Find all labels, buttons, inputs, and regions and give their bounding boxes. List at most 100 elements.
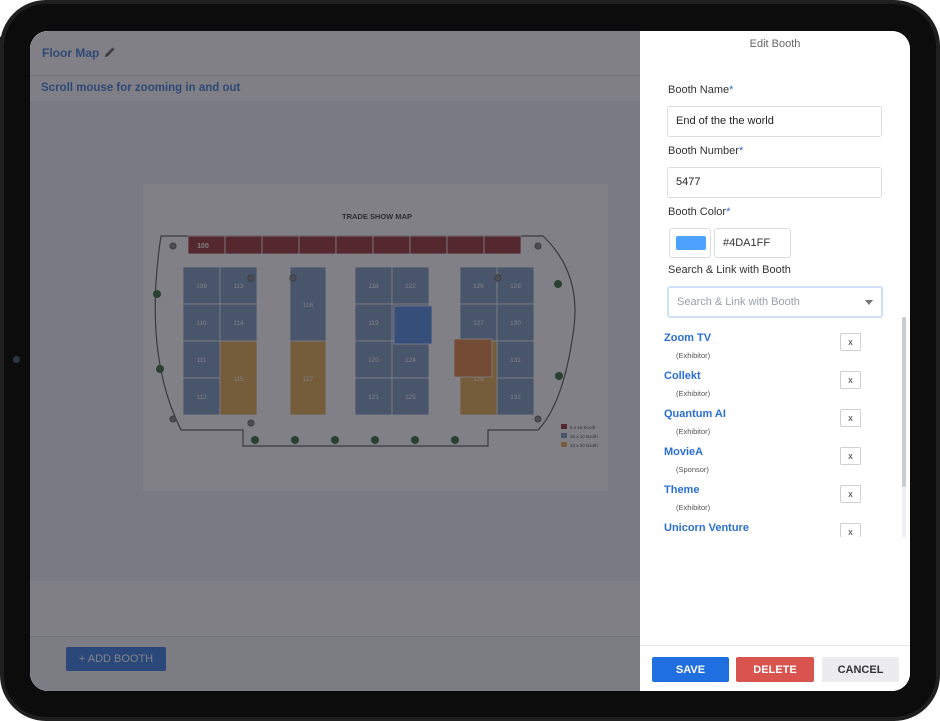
- booth-5x10[interactable]: [483, 235, 522, 255]
- pillar-icon: [169, 415, 177, 423]
- booth-label-130: 130: [510, 320, 521, 327]
- save-button[interactable]: SAVE: [652, 657, 729, 682]
- legend-10x20: 10 x 20 Booth: [570, 443, 598, 448]
- remove-link-button[interactable]: x: [840, 447, 861, 465]
- pillar-icon: [494, 274, 502, 282]
- remove-link-button[interactable]: x: [840, 333, 861, 351]
- booth-label-120: 120: [368, 357, 379, 364]
- search-link-label: Search & Link with Booth: [668, 264, 791, 276]
- map-title: TRADE SHOW MAP: [342, 212, 412, 221]
- required-mark: *: [726, 206, 731, 218]
- booth-label-116: 116: [303, 302, 314, 309]
- remove-link-button[interactable]: x: [840, 523, 861, 537]
- color-hex-input[interactable]: #4DA1FF: [714, 228, 791, 258]
- linked-name[interactable]: Zoom TV: [664, 332, 711, 344]
- linked-role: (Sponsor): [676, 465, 709, 474]
- booth-label-109: 109: [196, 283, 207, 290]
- pillar-icon: [534, 242, 542, 250]
- linked-list-scrollbar[interactable]: [902, 317, 906, 537]
- map-drawing: TRADE SHOW MAP 100 109 110 111 112 113 114 115…: [153, 212, 598, 448]
- booth-5x10[interactable]: [335, 235, 374, 255]
- booth-label-119: 119: [368, 320, 379, 327]
- tablet-frame: Floor Map Scroll mouse for zooming in an…: [0, 0, 940, 721]
- camera-icon: [12, 355, 21, 364]
- map-legend: 5 x 10 Booth 10 x 10 Booth 10 x 20 Booth: [561, 424, 598, 448]
- booth-5x10[interactable]: [224, 235, 263, 255]
- legend-5x10: 5 x 10 Booth: [570, 425, 596, 430]
- selected-booth-orange[interactable]: [453, 338, 493, 378]
- delete-button[interactable]: DELETE: [736, 657, 814, 682]
- booth-label-110: 110: [196, 320, 207, 327]
- booth-5x10[interactable]: [372, 235, 411, 255]
- pillar-icon: [247, 274, 255, 282]
- booth-label-129: 129: [510, 283, 521, 290]
- search-link-placeholder: Search & Link with Booth: [677, 296, 800, 308]
- plant-icon: [331, 436, 339, 444]
- linked-name[interactable]: Quantum AI: [664, 408, 726, 420]
- plant-icon: [291, 436, 299, 444]
- scroll-thumb[interactable]: [902, 317, 906, 487]
- plant-icon: [156, 365, 164, 373]
- plant-icon: [251, 436, 259, 444]
- booth-label-122: 122: [405, 283, 416, 290]
- linked-role: (Exhibitor): [676, 389, 711, 398]
- pillar-icon: [289, 274, 297, 282]
- booth-color-label-text: Booth Color: [668, 206, 727, 218]
- linked-name[interactable]: Collekt: [664, 370, 701, 382]
- booth-number-input[interactable]: 5477: [667, 167, 882, 198]
- floor-map-app: Floor Map Scroll mouse for zooming in an…: [30, 31, 640, 691]
- search-link-select[interactable]: Search & Link with Booth: [667, 286, 883, 318]
- selected-booth-blue[interactable]: [393, 305, 433, 345]
- linked-name[interactable]: MovieA: [664, 446, 703, 458]
- booth-name-label: Booth Name*: [668, 84, 733, 96]
- linked-name[interactable]: Unicorn Venture: [664, 522, 749, 534]
- zoom-hint: Scroll mouse for zooming in and out: [41, 82, 241, 94]
- booth-label-117: 117: [303, 376, 314, 383]
- booth-color-label: Booth Color*: [668, 206, 730, 218]
- remove-link-button[interactable]: x: [840, 485, 861, 503]
- booth-label-126: 126: [473, 283, 484, 290]
- booth-label-131: 131: [510, 357, 521, 364]
- edit-booth-panel: Edit Booth Booth Name* End of the the wo…: [640, 31, 910, 691]
- linked-name[interactable]: Theme: [664, 484, 699, 496]
- booth-5x10[interactable]: [409, 235, 448, 255]
- chevron-down-icon: [865, 300, 873, 305]
- remove-link-button[interactable]: x: [840, 409, 861, 427]
- booth-name-label-text: Booth Name: [668, 84, 730, 96]
- booth-label-112: 112: [196, 394, 207, 401]
- list-item: Quantum AI (Exhibitor) x: [664, 408, 894, 444]
- booth-name-input[interactable]: End of the the world: [667, 106, 882, 137]
- pencil-icon[interactable]: [103, 45, 117, 59]
- plant-icon: [153, 290, 161, 298]
- booth-label-127: 127: [473, 320, 484, 327]
- booth-5x10[interactable]: [261, 235, 300, 255]
- remove-link-button[interactable]: x: [840, 371, 861, 389]
- plant-icon: [555, 372, 563, 380]
- list-item: Collekt (Exhibitor) x: [664, 370, 894, 406]
- color-swatch-button[interactable]: [669, 228, 711, 258]
- booth-5x10[interactable]: [298, 235, 337, 255]
- legend-10x10: 10 x 10 Booth: [570, 434, 598, 439]
- booth-number-label-text: Booth Number: [668, 145, 739, 157]
- booth-label-118: 118: [368, 283, 379, 290]
- plant-icon: [451, 436, 459, 444]
- booth-5x10[interactable]: [446, 235, 485, 255]
- tablet-top-button: [76, 0, 106, 3]
- booth-label-125: 125: [405, 394, 416, 401]
- booth-label-115: 115: [233, 376, 244, 383]
- screen: Floor Map Scroll mouse for zooming in an…: [30, 31, 910, 691]
- required-mark: *: [729, 84, 734, 96]
- tablet-top-button-2: [112, 0, 142, 3]
- booth-label-124: 124: [405, 357, 416, 364]
- booth-number-label: Booth Number*: [668, 145, 743, 157]
- plant-icon: [371, 436, 379, 444]
- add-booth-button[interactable]: + ADD BOOTH: [66, 647, 166, 671]
- linked-role: (Exhibitor): [676, 503, 711, 512]
- app-header: Floor Map: [30, 31, 640, 76]
- linked-list: Zoom TV (Exhibitor) x Collekt (Exhibitor…: [640, 327, 910, 537]
- cancel-button[interactable]: CANCEL: [822, 657, 899, 682]
- booth-label-121: 121: [368, 394, 379, 401]
- trade-show-map[interactable]: TRADE SHOW MAP 100 109 110 111 112 113 114 115…: [143, 184, 608, 491]
- booth-label-114: 114: [233, 320, 244, 327]
- booth-label-111: 111: [197, 357, 207, 364]
